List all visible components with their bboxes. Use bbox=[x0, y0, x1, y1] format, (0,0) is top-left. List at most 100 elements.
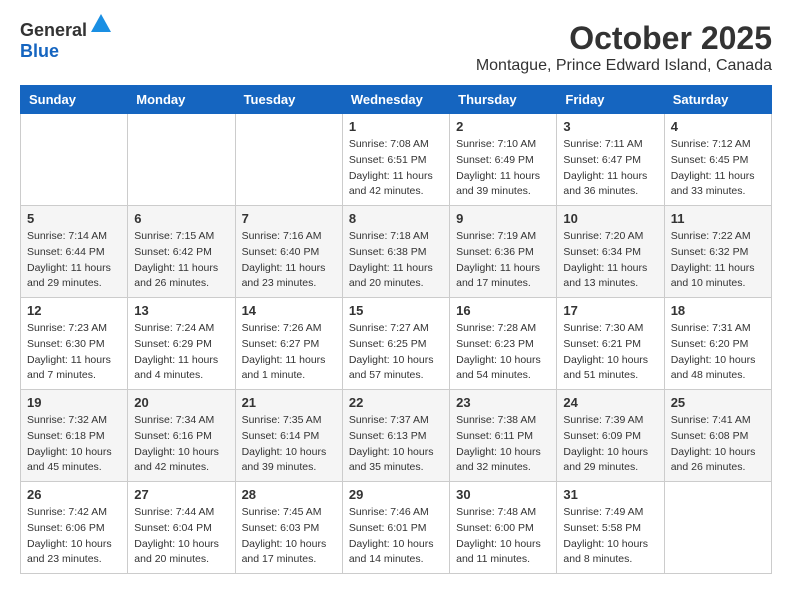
calendar-cell: 19 Sunrise: 7:32 AM Sunset: 6:18 PM Dayli… bbox=[21, 390, 128, 482]
day-info: Sunrise: 7:24 AM Sunset: 6:29 PM Dayligh… bbox=[134, 321, 228, 384]
day-info: Sunrise: 7:22 AM Sunset: 6:32 PM Dayligh… bbox=[671, 229, 765, 292]
day-info: Sunrise: 7:12 AM Sunset: 6:45 PM Dayligh… bbox=[671, 137, 765, 200]
day-number: 11 bbox=[671, 211, 765, 226]
calendar-cell: 30 Sunrise: 7:48 AM Sunset: 6:00 PM Dayli… bbox=[450, 482, 557, 574]
calendar-cell bbox=[128, 114, 235, 206]
day-number: 17 bbox=[563, 303, 657, 318]
title-section: October 2025 Montague, Prince Edward Isl… bbox=[476, 20, 772, 75]
calendar-cell: 22 Sunrise: 7:37 AM Sunset: 6:13 PM Dayli… bbox=[342, 390, 449, 482]
calendar-table: SundayMondayTuesdayWednesdayThursdayFrid… bbox=[20, 85, 772, 574]
calendar-cell: 12 Sunrise: 7:23 AM Sunset: 6:30 PM Dayli… bbox=[21, 298, 128, 390]
day-info: Sunrise: 7:11 AM Sunset: 6:47 PM Dayligh… bbox=[563, 137, 657, 200]
day-info: Sunrise: 7:38 AM Sunset: 6:11 PM Dayligh… bbox=[456, 413, 550, 476]
day-number: 30 bbox=[456, 487, 550, 502]
day-number: 8 bbox=[349, 211, 443, 226]
calendar-cell: 14 Sunrise: 7:26 AM Sunset: 6:27 PM Dayli… bbox=[235, 298, 342, 390]
calendar-cell: 5Sunrise: 7:14 AM Sunset: 6:44 PM Daylig… bbox=[21, 206, 128, 298]
day-number: 15 bbox=[349, 303, 443, 318]
logo-general-text: General bbox=[20, 20, 87, 40]
calendar-cell: 1Sunrise: 7:08 AM Sunset: 6:51 PM Daylig… bbox=[342, 114, 449, 206]
day-number: 29 bbox=[349, 487, 443, 502]
calendar-week-2: 5Sunrise: 7:14 AM Sunset: 6:44 PM Daylig… bbox=[21, 206, 772, 298]
day-info: Sunrise: 7:42 AM Sunset: 6:06 PM Dayligh… bbox=[27, 505, 121, 568]
calendar-cell: 20 Sunrise: 7:34 AM Sunset: 6:16 PM Dayli… bbox=[128, 390, 235, 482]
calendar-cell: 29Sunrise: 7:46 AM Sunset: 6:01 PM Dayli… bbox=[342, 482, 449, 574]
logo-icon bbox=[89, 12, 113, 36]
location-title: Montague, Prince Edward Island, Canada bbox=[476, 57, 772, 75]
day-number: 19 bbox=[27, 395, 121, 410]
calendar-cell: 15Sunrise: 7:27 AM Sunset: 6:25 PM Dayli… bbox=[342, 298, 449, 390]
calendar-cell: 16 Sunrise: 7:28 AM Sunset: 6:23 PM Dayli… bbox=[450, 298, 557, 390]
day-number: 18 bbox=[671, 303, 765, 318]
day-number: 5 bbox=[27, 211, 121, 226]
day-number: 27 bbox=[134, 487, 228, 502]
calendar-cell: 4 Sunrise: 7:12 AM Sunset: 6:45 PM Daylig… bbox=[664, 114, 771, 206]
calendar-cell bbox=[235, 114, 342, 206]
calendar-cell: 24 Sunrise: 7:39 AM Sunset: 6:09 PM Dayli… bbox=[557, 390, 664, 482]
day-info: Sunrise: 7:39 AM Sunset: 6:09 PM Dayligh… bbox=[563, 413, 657, 476]
day-info: Sunrise: 7:30 AM Sunset: 6:21 PM Dayligh… bbox=[563, 321, 657, 384]
day-info: Sunrise: 7:10 AM Sunset: 6:49 PM Dayligh… bbox=[456, 137, 550, 200]
calendar-cell: 6Sunrise: 7:15 AM Sunset: 6:42 PM Daylig… bbox=[128, 206, 235, 298]
weekday-header-wednesday: Wednesday bbox=[342, 86, 449, 114]
day-info: Sunrise: 7:35 AM Sunset: 6:14 PM Dayligh… bbox=[242, 413, 336, 476]
calendar-cell: 10 Sunrise: 7:20 AM Sunset: 6:34 PM Dayli… bbox=[557, 206, 664, 298]
calendar-cell: 18 Sunrise: 7:31 AM Sunset: 6:20 PM Dayli… bbox=[664, 298, 771, 390]
calendar-cell: 9 Sunrise: 7:19 AM Sunset: 6:36 PM Daylig… bbox=[450, 206, 557, 298]
day-number: 22 bbox=[349, 395, 443, 410]
day-info: Sunrise: 7:20 AM Sunset: 6:34 PM Dayligh… bbox=[563, 229, 657, 292]
weekday-header-saturday: Saturday bbox=[664, 86, 771, 114]
day-info: Sunrise: 7:28 AM Sunset: 6:23 PM Dayligh… bbox=[456, 321, 550, 384]
calendar-cell: 25 Sunrise: 7:41 AM Sunset: 6:08 PM Dayli… bbox=[664, 390, 771, 482]
calendar-cell bbox=[664, 482, 771, 574]
day-info: Sunrise: 7:34 AM Sunset: 6:16 PM Dayligh… bbox=[134, 413, 228, 476]
calendar-cell: 21 Sunrise: 7:35 AM Sunset: 6:14 PM Dayli… bbox=[235, 390, 342, 482]
day-number: 1 bbox=[349, 119, 443, 134]
day-info: Sunrise: 7:44 AM Sunset: 6:04 PM Dayligh… bbox=[134, 505, 228, 568]
day-info: Sunrise: 7:15 AM Sunset: 6:42 PM Dayligh… bbox=[134, 229, 228, 292]
calendar-week-4: 19 Sunrise: 7:32 AM Sunset: 6:18 PM Dayli… bbox=[21, 390, 772, 482]
day-info: Sunrise: 7:41 AM Sunset: 6:08 PM Dayligh… bbox=[671, 413, 765, 476]
calendar-cell: 7 Sunrise: 7:16 AM Sunset: 6:40 PM Daylig… bbox=[235, 206, 342, 298]
logo: General Blue bbox=[20, 20, 113, 62]
day-number: 9 bbox=[456, 211, 550, 226]
calendar-cell: 2 Sunrise: 7:10 AM Sunset: 6:49 PM Daylig… bbox=[450, 114, 557, 206]
weekday-header-monday: Monday bbox=[128, 86, 235, 114]
day-number: 26 bbox=[27, 487, 121, 502]
calendar-cell bbox=[21, 114, 128, 206]
day-number: 7 bbox=[242, 211, 336, 226]
day-number: 12 bbox=[27, 303, 121, 318]
calendar-cell: 23Sunrise: 7:38 AM Sunset: 6:11 PM Dayli… bbox=[450, 390, 557, 482]
day-number: 14 bbox=[242, 303, 336, 318]
day-info: Sunrise: 7:26 AM Sunset: 6:27 PM Dayligh… bbox=[242, 321, 336, 384]
day-number: 10 bbox=[563, 211, 657, 226]
day-info: Sunrise: 7:32 AM Sunset: 6:18 PM Dayligh… bbox=[27, 413, 121, 476]
calendar-cell: 28Sunrise: 7:45 AM Sunset: 6:03 PM Dayli… bbox=[235, 482, 342, 574]
day-number: 24 bbox=[563, 395, 657, 410]
day-info: Sunrise: 7:19 AM Sunset: 6:36 PM Dayligh… bbox=[456, 229, 550, 292]
weekday-header-sunday: Sunday bbox=[21, 86, 128, 114]
calendar-cell: 17 Sunrise: 7:30 AM Sunset: 6:21 PM Dayli… bbox=[557, 298, 664, 390]
weekday-header-thursday: Thursday bbox=[450, 86, 557, 114]
day-number: 20 bbox=[134, 395, 228, 410]
day-info: Sunrise: 7:18 AM Sunset: 6:38 PM Dayligh… bbox=[349, 229, 443, 292]
day-number: 4 bbox=[671, 119, 765, 134]
day-info: Sunrise: 7:37 AM Sunset: 6:13 PM Dayligh… bbox=[349, 413, 443, 476]
month-title: October 2025 bbox=[476, 20, 772, 57]
weekday-header-friday: Friday bbox=[557, 86, 664, 114]
day-info: Sunrise: 7:48 AM Sunset: 6:00 PM Dayligh… bbox=[456, 505, 550, 568]
calendar-week-3: 12 Sunrise: 7:23 AM Sunset: 6:30 PM Dayli… bbox=[21, 298, 772, 390]
day-number: 2 bbox=[456, 119, 550, 134]
calendar-cell: 3Sunrise: 7:11 AM Sunset: 6:47 PM Daylig… bbox=[557, 114, 664, 206]
day-info: Sunrise: 7:23 AM Sunset: 6:30 PM Dayligh… bbox=[27, 321, 121, 384]
calendar-week-1: 1Sunrise: 7:08 AM Sunset: 6:51 PM Daylig… bbox=[21, 114, 772, 206]
day-info: Sunrise: 7:16 AM Sunset: 6:40 PM Dayligh… bbox=[242, 229, 336, 292]
day-info: Sunrise: 7:31 AM Sunset: 6:20 PM Dayligh… bbox=[671, 321, 765, 384]
day-number: 13 bbox=[134, 303, 228, 318]
page-header: General Blue October 2025 Montague, Prin… bbox=[20, 20, 772, 75]
day-number: 21 bbox=[242, 395, 336, 410]
calendar-cell: 13 Sunrise: 7:24 AM Sunset: 6:29 PM Dayli… bbox=[128, 298, 235, 390]
day-number: 16 bbox=[456, 303, 550, 318]
day-number: 31 bbox=[563, 487, 657, 502]
day-number: 25 bbox=[671, 395, 765, 410]
